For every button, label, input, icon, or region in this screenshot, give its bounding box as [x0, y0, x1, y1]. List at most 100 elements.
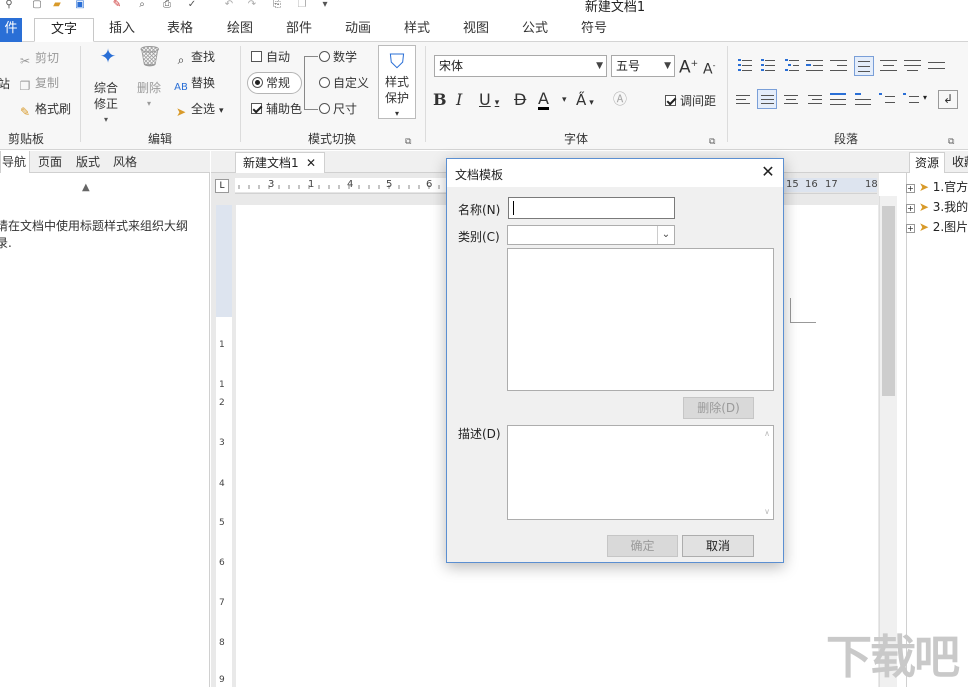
tab-layout[interactable]: 版式 [76, 151, 100, 173]
cancel-button[interactable]: 取消 [682, 535, 754, 557]
para-spacing-before-icon[interactable] [880, 58, 898, 74]
tab-animation[interactable]: 动画 [334, 18, 382, 42]
tab-stop-selector-icon[interactable]: L [215, 179, 229, 193]
paragraph-dialog-launcher-icon[interactable]: ⧉ [948, 134, 954, 150]
tree-item[interactable]: + ➤ 2.图片 [906, 218, 968, 235]
italic-icon[interactable]: I [456, 90, 462, 110]
revise-button[interactable]: 综合 修正 ▾ [94, 80, 118, 128]
cut-button[interactable]: ✂ 剪切 [18, 50, 59, 68]
paste-button[interactable]: 站 [0, 76, 10, 92]
increase-indent-icon[interactable] [806, 58, 824, 74]
normal-radio[interactable]: 常规 [247, 72, 302, 94]
new-doc-icon[interactable]: ▢ [30, 0, 44, 10]
category-select[interactable]: ⌄ [507, 225, 675, 245]
document-tab[interactable]: 新建文档1 ✕ [235, 152, 325, 173]
tree-item[interactable]: + ➤ 3.我的 [906, 198, 968, 215]
redo-icon[interactable]: ↷ [245, 0, 259, 10]
text-effect-icon[interactable]: A̋ ▾ [576, 90, 594, 113]
return-icon[interactable]: ↲ [938, 90, 958, 109]
paste-quick-icon[interactable]: ⎘ [270, 0, 284, 10]
spellcheck-icon[interactable]: ✓ [185, 0, 199, 10]
para-spacing-after-icon[interactable] [904, 58, 922, 74]
copy-quick-icon[interactable]: ❐ [295, 0, 309, 10]
distribute-icon[interactable] [830, 93, 848, 109]
pdf-icon[interactable]: ✎ [110, 0, 124, 10]
replace-button[interactable]: AB 替换 [174, 75, 215, 95]
tab-navigation[interactable]: 导航 [0, 151, 30, 173]
shrink-font-icon[interactable]: A- [703, 56, 715, 80]
vertical-scrollbar[interactable] [879, 196, 897, 687]
template-list[interactable] [507, 248, 774, 391]
align-left-icon[interactable] [736, 93, 754, 109]
collapse-up-icon[interactable]: ▲ [82, 182, 90, 193]
bullet-list-icon[interactable] [735, 58, 753, 74]
delete-button[interactable]: 删除 ▾ [137, 80, 161, 112]
tab-table[interactable]: 表格 [156, 18, 204, 42]
select-all-button[interactable]: ➤ 全选 ▾ [174, 101, 224, 119]
char-scale-icon[interactable] [855, 93, 873, 109]
align-right-icon[interactable] [808, 93, 826, 109]
share-icon[interactable]: ⚲ [2, 0, 16, 10]
tab-style[interactable]: 样式 [393, 18, 441, 42]
open-folder-icon[interactable]: ▰ [50, 0, 64, 10]
tab-text[interactable]: 文字 [34, 18, 94, 42]
grow-font-icon[interactable]: A+ [679, 54, 698, 78]
scrollbar-thumb[interactable] [882, 206, 895, 396]
tab-pages[interactable]: 页面 [38, 151, 62, 173]
mode-dialog-launcher-icon[interactable]: ⧉ [405, 134, 411, 150]
spacing-checkbox[interactable]: 调间距 [665, 93, 716, 109]
tab-file[interactable]: 件 [0, 18, 22, 42]
font-name-select[interactable]: 宋体 ▼ [434, 55, 607, 77]
undo-icon[interactable]: ↶ [222, 0, 236, 10]
description-textarea[interactable]: ∧ ∨ [507, 425, 774, 520]
decrease-indent-icon[interactable] [830, 58, 848, 74]
tab-insert[interactable]: 插入 [98, 18, 146, 42]
tab-style-panel[interactable]: 风格 [113, 151, 137, 173]
align-justify-icon[interactable] [757, 89, 777, 109]
font-color-icon[interactable]: A [538, 90, 549, 110]
find-button[interactable]: ⌕ 查找 [174, 49, 215, 67]
aux-color-checkbox[interactable]: 辅助色 [251, 101, 302, 117]
para-format-icon[interactable] [928, 58, 946, 74]
format-painter-button[interactable]: ✎ 格式刷 [18, 101, 71, 119]
chevron-down-icon[interactable]: ⌄ [657, 226, 674, 244]
close-icon[interactable]: ✕ [758, 162, 778, 182]
delete-template-button[interactable]: 删除(D) [683, 397, 754, 419]
tab-symbol[interactable]: 符号 [570, 18, 618, 42]
tab-favorites[interactable]: 收藏 [952, 152, 968, 173]
tab-view[interactable]: 视图 [452, 18, 500, 42]
tree-item[interactable]: + ➤ 1.官方 [906, 178, 968, 195]
style-protect-button[interactable]: ⛉ 样式 保护 ▾ [378, 45, 416, 119]
strikethrough-icon[interactable]: D [514, 90, 526, 110]
numbered-list-icon[interactable] [758, 58, 776, 74]
multilevel-list-icon[interactable] [782, 58, 800, 74]
custom-radio[interactable]: 自定义 [319, 75, 369, 91]
tab-draw[interactable]: 绘图 [216, 18, 264, 42]
scroll-down-icon[interactable]: ∨ [764, 507, 770, 516]
font-color-dropdown-icon[interactable]: ▾ [562, 90, 567, 110]
auto-checkbox[interactable]: 自动 [251, 49, 290, 65]
font-size-select[interactable]: 五号 ▼ [611, 55, 675, 77]
para-indent-icon[interactable]: ▾ [903, 93, 927, 109]
tab-formula[interactable]: 公式 [511, 18, 559, 42]
save-icon[interactable]: ▣ [73, 0, 87, 10]
scroll-up-icon[interactable]: ∧ [764, 429, 770, 438]
font-dialog-launcher-icon[interactable]: ⧉ [709, 134, 715, 150]
number-radio[interactable]: 数学 [319, 49, 357, 65]
line-height-icon[interactable] [879, 93, 897, 109]
tab-resources[interactable]: 资源 [909, 152, 945, 173]
enclose-char-icon[interactable]: Ⓐ [613, 90, 627, 110]
line-spacing-icon[interactable] [854, 56, 874, 76]
underline-icon[interactable]: U ▾ [479, 90, 499, 113]
print-preview-icon[interactable]: ⌕ [135, 0, 149, 10]
print-icon[interactable]: ⎙ [160, 0, 174, 10]
bold-icon[interactable]: B [433, 90, 447, 110]
vertical-ruler[interactable]: 1 1 2 3 4 5 6 7 8 9 [216, 205, 232, 687]
size-radio[interactable]: 尺寸 [319, 101, 357, 117]
close-tab-icon[interactable]: ✕ [306, 153, 316, 173]
copy-button[interactable]: ❐ 复制 [18, 75, 59, 93]
ok-button[interactable]: 确定 [607, 535, 678, 557]
customize-quick-access-icon[interactable]: ▾ [318, 0, 332, 10]
tab-parts[interactable]: 部件 [275, 18, 323, 42]
name-input[interactable] [508, 197, 675, 219]
